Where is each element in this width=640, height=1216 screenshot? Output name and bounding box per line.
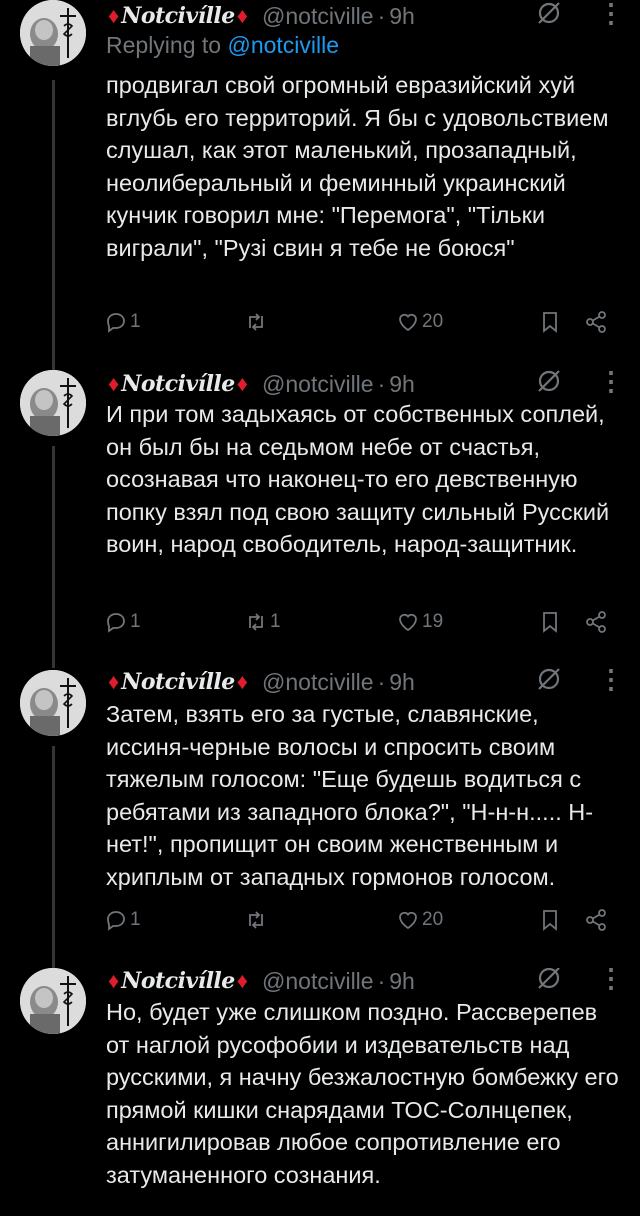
heart-icon	[399, 613, 417, 632]
timestamp[interactable]: 9h	[389, 371, 415, 398]
like-button[interactable]: 19	[396, 606, 443, 638]
retweet-icon	[249, 613, 263, 631]
tweet-header: ♦ Notcivílle ♦ @notciville · 9h	[106, 968, 415, 997]
avatar[interactable]	[20, 0, 86, 66]
display-name[interactable]: Notcivílle	[121, 3, 235, 29]
diamond-icon: ♦	[108, 968, 120, 993]
hide-reply-icon[interactable]	[534, 0, 564, 28]
tweet[interactable]: ♦ Notcivílle ♦ @notciville · 9h ⋮ Но, бу…	[0, 968, 640, 1216]
bookmark-button[interactable]	[538, 606, 562, 638]
separator: ·	[377, 968, 386, 994]
display-name[interactable]: Notcivílle	[121, 669, 235, 695]
avatar[interactable]	[20, 670, 86, 736]
tweet[interactable]: ♦ Notcivílle ♦ @notciville · 9h ⋮ И при …	[0, 366, 640, 660]
bookmark-icon	[543, 910, 557, 931]
tweet-text: Затем, взять его за густые, славянские, …	[106, 701, 594, 890]
action-bar: 1 20	[104, 904, 618, 936]
reply-icon	[107, 911, 125, 931]
separator: ·	[377, 2, 386, 29]
display-name[interactable]: Notcivílle	[121, 371, 235, 397]
retweet-button[interactable]	[244, 904, 270, 936]
share-icon	[586, 311, 606, 333]
share-button[interactable]	[584, 904, 608, 936]
timestamp[interactable]: 9h	[389, 669, 415, 696]
share-button[interactable]	[584, 306, 608, 338]
diamond-icon: ♦	[236, 371, 249, 396]
like-count: 20	[422, 311, 444, 332]
share-button[interactable]	[584, 606, 608, 638]
handle[interactable]: @notciville	[262, 968, 374, 995]
reply-button[interactable]: 1	[104, 306, 141, 338]
handle[interactable]: @notciville	[262, 371, 374, 398]
like-button[interactable]: 20	[396, 904, 443, 936]
diamond-icon: ♦	[236, 669, 249, 694]
hide-reply-icon[interactable]	[534, 366, 564, 396]
like-button[interactable]: 20	[396, 306, 443, 338]
reply-count: 1	[130, 909, 141, 930]
action-bar: 1 1 19	[104, 606, 618, 638]
retweet-icon	[249, 313, 263, 331]
separator: ·	[377, 668, 386, 695]
reply-button[interactable]: 1	[104, 606, 141, 638]
bookmark-button[interactable]	[538, 306, 562, 338]
tweet-text: Но, будет уже слишком поздно. Рассверепе…	[106, 999, 626, 1188]
more-icon[interactable]: ⋮	[598, 664, 624, 694]
diamond-icon: ♦	[236, 968, 249, 993]
hide-reply-icon[interactable]	[534, 664, 564, 694]
replying-label: Replying to	[106, 32, 222, 58]
diamond-icon: ♦	[108, 3, 120, 28]
tweet-header: ♦ Notcivílle ♦ @notciville · 9h	[106, 0, 415, 32]
avatar[interactable]	[20, 968, 86, 1034]
hide-reply-icon[interactable]	[534, 968, 564, 993]
heart-icon	[399, 911, 417, 930]
more-icon[interactable]: ⋮	[598, 0, 624, 28]
tweet[interactable]: ♦ Notcivílle ♦ @notciville · 9h ⋮ Затем,…	[0, 664, 640, 960]
tweet-text: продвигал свой огромный евразийский хуй …	[106, 72, 616, 261]
timestamp[interactable]: 9h	[389, 968, 415, 995]
handle[interactable]: @notciville	[262, 669, 374, 696]
diamond-icon: ♦	[108, 669, 120, 694]
diamond-icon: ♦	[108, 371, 120, 396]
timestamp[interactable]: 9h	[389, 3, 415, 30]
replying-to: Replying to @notciville	[106, 32, 339, 59]
bookmark-icon	[543, 312, 557, 333]
reply-icon	[107, 313, 125, 333]
avatar[interactable]	[20, 370, 86, 436]
bookmark-button[interactable]	[538, 904, 562, 936]
share-icon	[586, 909, 606, 931]
retweet-button[interactable]	[244, 306, 270, 338]
reply-button[interactable]: 1	[104, 904, 141, 936]
reply-count: 1	[130, 611, 141, 632]
separator: ·	[377, 370, 386, 397]
retweet-count: 1	[270, 611, 281, 632]
tweet[interactable]: ♦ Notcivílle ♦ @notciville · 9h ⋮ Replyi…	[0, 0, 640, 360]
tweet-text: И при том задыхаясь от собственных сопле…	[106, 401, 616, 557]
retweet-icon	[249, 911, 263, 929]
bookmark-icon	[543, 612, 557, 633]
action-bar: 1 20	[104, 306, 618, 338]
share-icon	[586, 611, 606, 633]
tweet-header: ♦ Notcivílle ♦ @notciville · 9h	[106, 666, 415, 698]
like-count: 20	[422, 909, 444, 930]
like-count: 19	[422, 611, 444, 632]
handle[interactable]: @notciville	[262, 3, 374, 30]
retweet-button[interactable]: 1	[244, 606, 281, 638]
replying-handle-link[interactable]: @notciville	[227, 32, 339, 58]
heart-icon	[399, 313, 417, 332]
diamond-icon: ♦	[236, 3, 249, 28]
display-name[interactable]: Notcivílle	[121, 968, 235, 994]
reply-count: 1	[130, 311, 141, 332]
reply-icon	[107, 613, 125, 633]
more-icon[interactable]: ⋮	[598, 968, 624, 993]
tweet-header: ♦ Notcivílle ♦ @notciville · 9h	[106, 368, 415, 400]
more-icon[interactable]: ⋮	[598, 366, 624, 396]
